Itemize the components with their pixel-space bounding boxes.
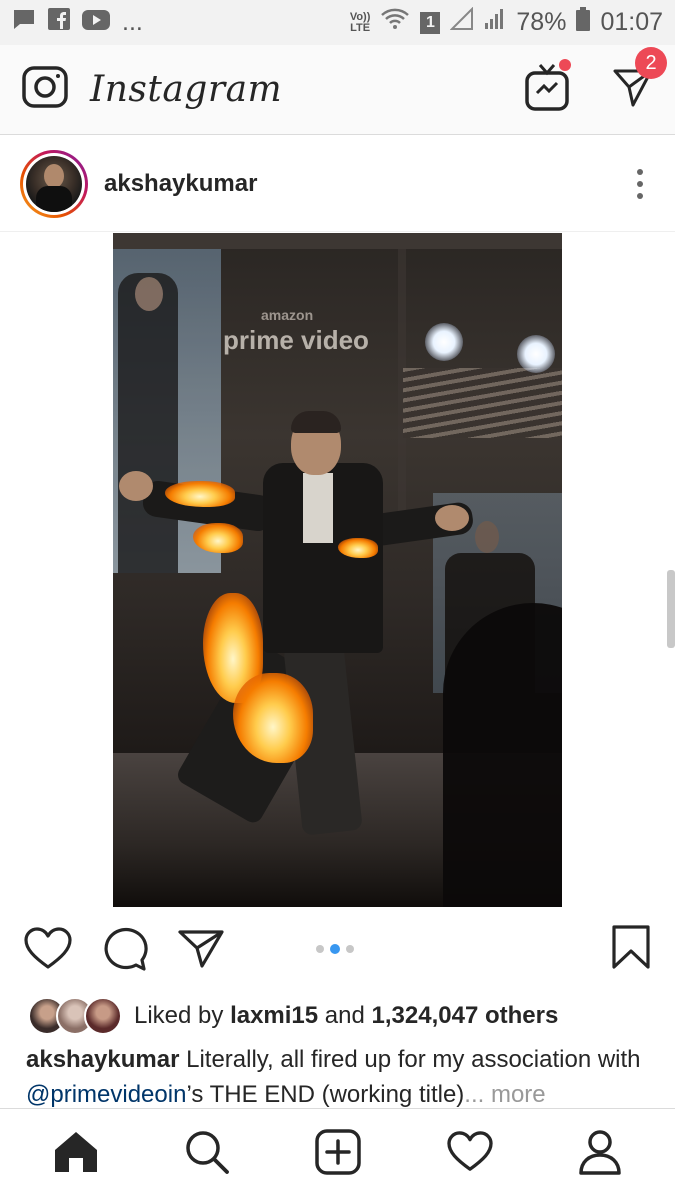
caption-more-link[interactable]: more [491, 1081, 546, 1108]
heart-outline-icon[interactable] [447, 1131, 493, 1178]
performer-hand [119, 471, 153, 501]
volte-label: Vo)) [349, 10, 371, 23]
likes-count[interactable]: 1,324,047 others [372, 1002, 559, 1029]
flame [193, 523, 243, 553]
post-caption: akshaykumar Literally, all fired up for … [26, 1042, 651, 1112]
signal-empty-icon [449, 6, 474, 38]
performer-hand [435, 505, 469, 531]
lte-label: LTE [350, 21, 371, 34]
likes-prefix: Liked by [134, 1002, 231, 1029]
bottom-navigation [0, 1108, 675, 1200]
facebook-icon [48, 8, 70, 37]
caption-text: Literally, all fired up for my associati… [179, 1046, 641, 1073]
volte-indicator: Vo)) LTE [349, 10, 371, 34]
battery-icon [576, 7, 591, 38]
more-options-button[interactable] [625, 168, 655, 199]
direct-badge: 2 [635, 47, 667, 79]
caption-mention[interactable]: @primevideoin [26, 1081, 186, 1108]
igtv-notification-dot [559, 59, 571, 71]
bookmark-icon[interactable] [611, 924, 651, 975]
story-ring[interactable] [20, 149, 88, 218]
performer-shirt [303, 473, 333, 543]
post-photo[interactable]: amazon prime video [113, 233, 562, 907]
prime-video-text: prime video [223, 325, 369, 355]
paper-plane-icon [613, 69, 653, 111]
more-notifications: ... [122, 8, 143, 36]
liker-avatars [28, 997, 122, 1035]
share-icon[interactable] [178, 928, 224, 970]
profile-icon[interactable] [578, 1129, 622, 1180]
post-media[interactable]: amazon prime video [0, 233, 675, 908]
message-icon [12, 8, 36, 37]
search-icon[interactable] [184, 1129, 230, 1180]
flame [338, 538, 378, 558]
status-bar: ... Vo)) LTE 1 78% 01:07 [0, 0, 675, 45]
carousel-indicator [316, 944, 354, 954]
home-icon[interactable] [53, 1130, 99, 1179]
post-username[interactable]: akshaykumar [104, 170, 257, 198]
brand-logo: Instagram [90, 69, 283, 110]
stage-light [517, 335, 555, 373]
amazon-text: amazon [261, 307, 314, 323]
battery-percent: 78% [516, 8, 567, 36]
audience-silhouette [443, 603, 562, 907]
carousel-dot [346, 945, 354, 953]
avatar [26, 155, 82, 212]
direct-message-button[interactable]: 2 [613, 47, 667, 112]
igtv-icon[interactable] [525, 59, 571, 116]
likes-middle: and [318, 1002, 372, 1029]
caption-username[interactable]: akshaykumar [26, 1046, 179, 1073]
signal-icon [484, 7, 506, 38]
post-header: akshaykumar [0, 136, 675, 232]
post-action-bar [0, 908, 675, 990]
liker-avatar [84, 997, 122, 1035]
add-post-icon[interactable] [315, 1129, 362, 1180]
carousel-dot-active [330, 944, 340, 954]
camera-icon[interactable] [22, 66, 68, 113]
carousel-dot [316, 945, 324, 953]
likes-text: Liked by laxmi15 and 1,324,047 others [134, 1002, 558, 1030]
clock: 01:07 [600, 8, 663, 36]
caption-text-2: ’s THE END (working title) [186, 1081, 465, 1108]
dot [637, 192, 643, 199]
dot [637, 180, 643, 187]
sim-slot-badge: 1 [420, 11, 441, 34]
caption-ellipsis: ... [464, 1081, 491, 1108]
performer-hair [291, 411, 341, 433]
likes-row[interactable]: Liked by laxmi15 and 1,324,047 others [0, 995, 675, 1037]
dot [637, 168, 643, 175]
wifi-icon [380, 7, 410, 38]
comment-icon[interactable] [102, 926, 148, 972]
stage-light [425, 323, 463, 361]
liker-username[interactable]: laxmi15 [230, 1002, 318, 1029]
heart-icon[interactable] [24, 927, 72, 971]
youtube-icon [82, 9, 110, 37]
scrollbar-thumb[interactable] [667, 570, 675, 648]
stage-lights-bar [403, 368, 562, 438]
stage-truss [113, 233, 562, 249]
app-header: Instagram 2 [0, 45, 675, 135]
